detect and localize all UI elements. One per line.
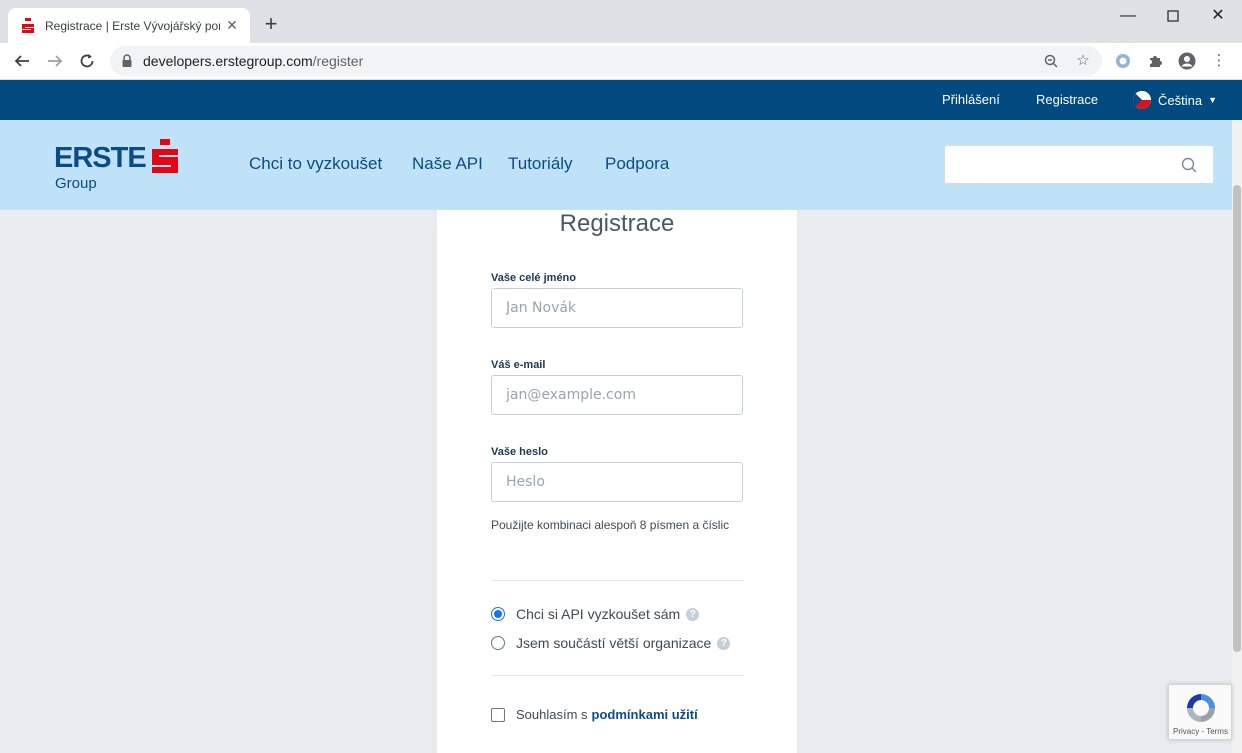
- minimize-icon[interactable]: —: [1113, 6, 1143, 26]
- language-selector[interactable]: Čeština ▼: [1133, 91, 1217, 109]
- zoom-icon[interactable]: [1040, 50, 1062, 72]
- site-header: ERSTE Group Chci to vyzkoušet Naše API T…: [0, 120, 1232, 210]
- url-host: developers.erstegroup.com: [143, 53, 313, 69]
- address-bar[interactable]: developers.erstegroup.com/register ☆: [110, 46, 1102, 76]
- url-text: developers.erstegroup.com/register: [143, 53, 363, 69]
- erste-logo[interactable]: ERSTE Group: [54, 139, 184, 192]
- register-link[interactable]: Registrace: [1036, 92, 1098, 107]
- logo-text: ERSTE: [54, 142, 147, 174]
- browser-tab[interactable]: Registrace | Erste Vývojářský port ✕: [8, 8, 250, 43]
- puzzle-extensions-icon[interactable]: [1144, 50, 1166, 72]
- terms-agreement[interactable]: Souhlasím s podmínkami užití: [491, 707, 698, 722]
- option-label: Jsem součástí větší organizace: [516, 635, 712, 651]
- url-path: /register: [312, 53, 364, 69]
- email-field[interactable]: [491, 375, 743, 415]
- search-icon[interactable]: [1181, 157, 1197, 173]
- back-arrow-icon[interactable]: [10, 49, 34, 73]
- recaptcha-text[interactable]: Privacy - Terms: [1173, 727, 1228, 736]
- extension-opera-icon[interactable]: [1112, 50, 1134, 72]
- menu-kebab-icon[interactable]: ⋮: [1208, 50, 1230, 72]
- dropdown-caret-icon: ▼: [1208, 95, 1217, 105]
- forward-arrow-icon[interactable]: [43, 49, 67, 73]
- recaptcha-badge[interactable]: Privacy - Terms: [1168, 684, 1232, 740]
- bookmark-star-icon[interactable]: ☆: [1072, 50, 1094, 72]
- lock-icon: [122, 54, 132, 67]
- erste-favicon-icon: [20, 17, 36, 34]
- password-field[interactable]: [491, 462, 743, 502]
- erste-s-icon: [152, 139, 178, 173]
- profile-avatar-icon[interactable]: [1176, 50, 1198, 72]
- nav-try-it[interactable]: Chci to vyzkoušet: [249, 154, 382, 174]
- password-hint: Použijte kombinaci alespoň 8 písmen a čí…: [491, 518, 730, 532]
- name-field[interactable]: [491, 288, 743, 328]
- new-tab-button[interactable]: +: [259, 13, 283, 37]
- radio-button[interactable]: [491, 636, 505, 650]
- recaptcha-icon: [1187, 694, 1215, 722]
- logo-subtext: Group: [55, 175, 97, 192]
- divider: [491, 675, 743, 676]
- language-label: Čeština: [1158, 92, 1203, 108]
- page-title: Registrace: [559, 210, 675, 237]
- option-organization[interactable]: Jsem součástí větší organizace ?: [491, 635, 731, 651]
- option-label: Chci si API vyzkoušet sám: [516, 606, 681, 622]
- nav-our-api[interactable]: Naše API: [412, 154, 483, 174]
- tab-title: Registrace | Erste Vývojářský port: [45, 18, 220, 33]
- czech-flag-icon: [1133, 91, 1151, 109]
- terms-checkbox[interactable]: [491, 707, 505, 722]
- reload-icon[interactable]: [75, 49, 99, 73]
- help-icon[interactable]: ?: [686, 607, 700, 621]
- nav-tutorials[interactable]: Tutoriály: [508, 154, 573, 174]
- email-label: Váš e-mail: [491, 359, 546, 371]
- nav-support[interactable]: Podpora: [605, 154, 669, 174]
- search-input[interactable]: [944, 145, 1214, 184]
- name-label: Vaše celé jméno: [491, 272, 576, 284]
- page-scrollbar[interactable]: [1232, 120, 1242, 753]
- scrollbar-thumb[interactable]: [1233, 185, 1241, 652]
- login-link[interactable]: Přihlášení: [942, 92, 1000, 107]
- terms-link[interactable]: podmínkami užití: [592, 707, 698, 722]
- window-close-icon[interactable]: ✕: [1203, 6, 1233, 26]
- registration-card: Registrace Vaše celé jméno Váš e-mail Va…: [437, 210, 797, 753]
- password-label: Vaše heslo: [491, 446, 548, 458]
- tab-close-icon[interactable]: ✕: [224, 17, 240, 34]
- divider: [491, 580, 743, 581]
- terms-prefix: Souhlasím s: [516, 707, 588, 722]
- browser-tabbar: Registrace | Erste Vývojářský port ✕ + —…: [0, 0, 1242, 43]
- option-try-alone[interactable]: Chci si API vyzkoušet sám ?: [491, 606, 700, 622]
- radio-button-checked[interactable]: [491, 607, 505, 621]
- site-topbar: Přihlášení Registrace Čeština ▼: [0, 80, 1242, 120]
- maximize-icon[interactable]: [1158, 6, 1188, 26]
- help-icon[interactable]: ?: [717, 636, 731, 650]
- browser-toolbar: developers.erstegroup.com/register ☆ ⋮: [0, 43, 1242, 80]
